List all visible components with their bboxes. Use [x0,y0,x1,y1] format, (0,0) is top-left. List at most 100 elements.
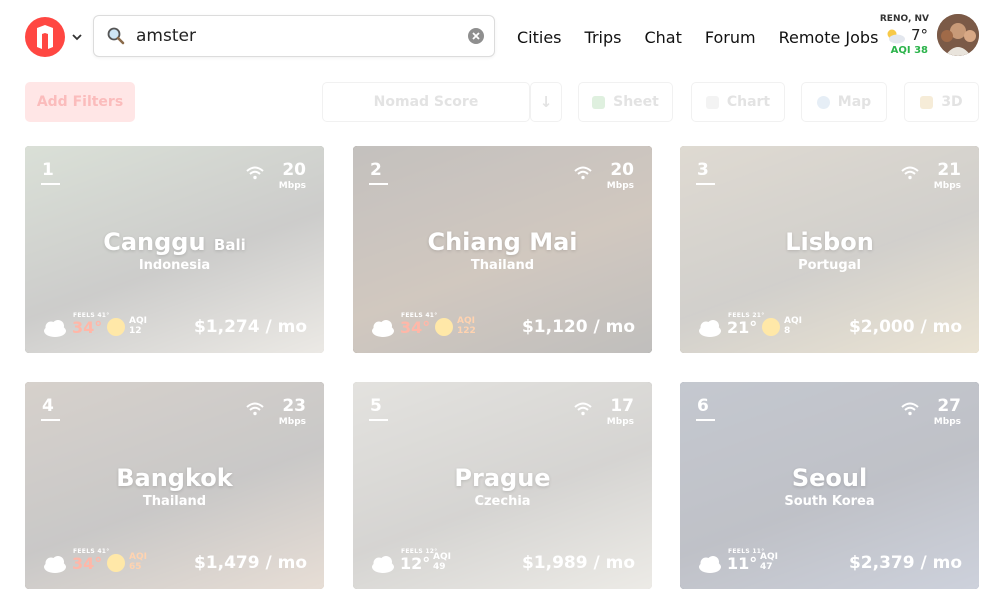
temperature: 34° [72,318,103,337]
city-name: Canggu Bali [25,228,324,256]
cloud-icon [372,320,394,337]
aqi-label: AQI [784,316,802,326]
wifi-speed-unit: Mbps [606,181,634,191]
globe-icon [816,95,830,109]
wifi-speed-value: 27 [937,396,961,416]
weather-temp: 7° [910,26,928,44]
view-chart-button[interactable]: Chart [691,82,785,122]
cloud-icon [699,556,721,573]
city-name: Chiang Mai [353,228,652,256]
city-rank: 4 [42,396,54,416]
wifi-icon [246,166,264,180]
nav-chat[interactable]: Chat [644,28,681,47]
city-rank: 2 [370,160,382,180]
air-quality: AQI 122 [457,316,476,336]
wifi-speed-value: 17 [610,396,634,416]
view-map-button[interactable]: Map [801,82,887,122]
city-name: Lisbon [680,228,979,256]
city-name-text: Bangkok [116,464,233,492]
search-icon [107,27,125,45]
wifi-icon [901,402,919,416]
aqi-value: 8 [784,326,791,336]
cost-of-living: $2,000 / mo [848,317,962,337]
nomad-list-logo-icon[interactable] [25,17,65,57]
aqi-label: AQI [129,316,147,326]
view-3d-button[interactable]: 3D [904,82,979,122]
city-card-canggu[interactable]: 1 20 Mbps Canggu Bali Indonesia FEELS 41… [25,146,324,353]
top-header: Cities Trips Chat Forum Remote Jobs RENO… [0,0,1000,76]
aqi-value: 12 [129,326,142,336]
user-avatar[interactable] [937,14,979,56]
city-rank: 6 [697,396,709,416]
clear-search-icon[interactable] [467,27,485,45]
city-name-text: Chiang Mai [427,228,578,256]
rank-underline [696,419,715,421]
country-name: Portugal [798,258,861,273]
country-name: Thailand [470,258,535,273]
city-region: Bali [213,236,246,254]
city-name-text: Seoul [791,464,868,492]
smile-face-icon [435,318,453,336]
weather-location: RENO, NV [879,14,929,24]
nav-forum[interactable]: Forum [705,28,756,47]
wifi-icon [574,402,592,416]
cloud-icon [372,556,394,573]
city-rank: 1 [42,160,54,180]
filter-toolbar: Add Filters Nomad Score ↓ Sheet Chart Ma… [0,80,1000,126]
internet-speed: 23 Mbps [246,396,306,427]
city-name-text: Prague [454,464,551,492]
wifi-speed-unit: Mbps [933,181,961,191]
internet-speed: 20 Mbps [574,160,634,191]
wifi-icon [246,402,264,416]
sort-by-select[interactable]: Nomad Score [322,82,530,122]
air-quality: AQI 12 [129,316,147,336]
air-quality: AQI 8 [784,316,802,336]
main-nav: Cities Trips Chat Forum Remote Jobs [517,28,878,47]
temperature: 11° [727,554,758,573]
city-card-bangkok[interactable]: 4 23 Mbps Bangkok Thailand FEELS 41° 34°… [25,382,324,589]
nav-trips[interactable]: Trips [585,28,622,47]
sort-direction-button[interactable]: ↓ [530,82,562,122]
nav-remote-jobs[interactable]: Remote Jobs [779,28,879,47]
cloud-icon [44,320,66,337]
city-card-lisbon[interactable]: 3 21 Mbps Lisbon Portugal FEELS 21° 21° … [680,146,979,353]
aqi-label: AQI [457,316,475,326]
city-name: Seoul [680,464,979,492]
nav-cities[interactable]: Cities [517,28,562,47]
view-sheet-button[interactable]: Sheet [578,82,673,122]
wifi-speed-unit: Mbps [933,417,961,427]
aqi-value: 49 [433,562,446,572]
local-weather[interactable]: RENO, NV 7° AQI 38 [876,14,932,60]
search-input[interactable] [136,22,456,50]
weather-aqi: AQI 38 [890,45,928,56]
rank-underline [369,419,388,421]
search-box [93,15,495,57]
temperature: 34° [72,554,103,573]
temperature: 12° [400,554,431,573]
city-card-prague[interactable]: 5 17 Mbps Prague Czechia FEELS 12° 12° A… [353,382,652,589]
view-map-label: Map [837,94,872,110]
city-card-seoul[interactable]: 6 27 Mbps Seoul South Korea FEELS 11° 11… [680,382,979,589]
air-quality: AQI 65 [129,552,147,572]
add-filters-button[interactable]: Add Filters [25,82,135,122]
city-rank: 5 [370,396,382,416]
aqi-label: AQI [760,552,778,562]
internet-speed: 27 Mbps [901,396,961,427]
city-name-text: Canggu [103,228,206,256]
view-chart-label: Chart [726,94,771,110]
cost-of-living: $2,379 / mo [848,553,962,573]
chevron-down-icon[interactable] [70,30,84,44]
country-name: Czechia [474,494,531,509]
rank-underline [696,183,715,185]
internet-speed: 17 Mbps [574,396,634,427]
aqi-label: AQI [129,552,147,562]
air-quality: AQI 49 [433,552,451,572]
wifi-speed-unit: Mbps [278,417,306,427]
temperature: 34° [400,318,431,337]
cost-of-living: $1,120 / mo [521,317,635,337]
chart-icon [705,95,719,109]
city-card-chiang-mai[interactable]: 2 20 Mbps Chiang Mai Thailand FEELS 41° … [353,146,652,353]
wifi-icon [901,166,919,180]
cost-of-living: $1,274 / mo [193,317,307,337]
rank-underline [41,419,60,421]
